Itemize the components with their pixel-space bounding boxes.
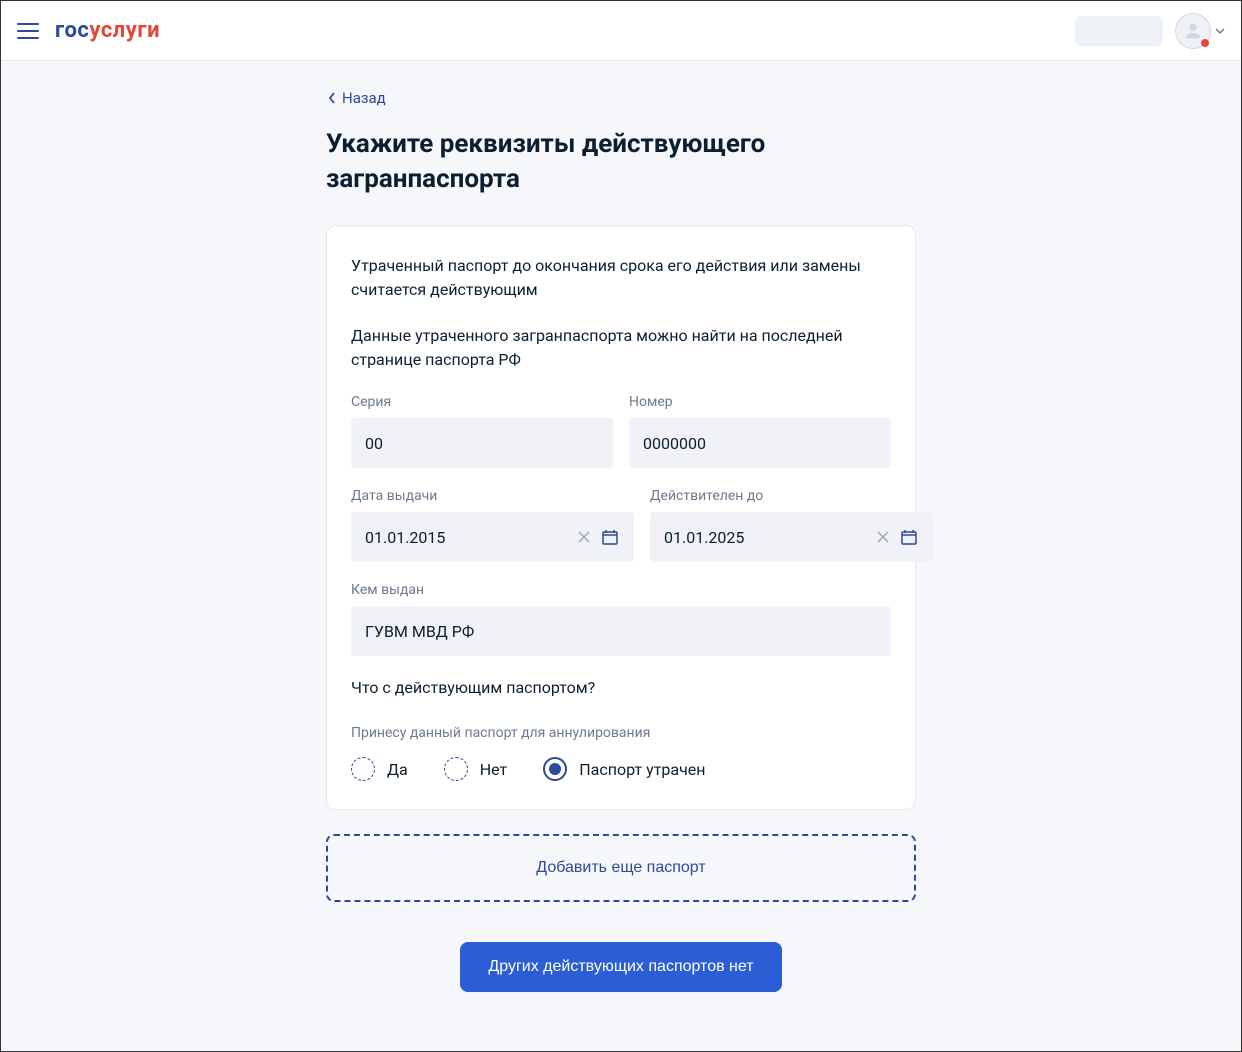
chevron-left-icon bbox=[328, 92, 336, 104]
radio-group-label: Принесу данный паспорт для аннулирования bbox=[351, 725, 891, 741]
radio-yes[interactable]: Да bbox=[351, 757, 408, 781]
valid-until-field[interactable] bbox=[664, 528, 867, 547]
radio-group: Да Нет Паспорт утрачен bbox=[351, 757, 891, 781]
passport-card: Утраченный паспорт до окончания срока ег… bbox=[326, 225, 916, 810]
issued-by-input[interactable] bbox=[351, 606, 891, 656]
radio-no-label: Нет bbox=[480, 760, 508, 779]
number-input[interactable] bbox=[629, 418, 891, 468]
logo-part1: гос bbox=[55, 18, 89, 43]
radio-yes-label: Да bbox=[387, 760, 408, 779]
radio-lost-label: Паспорт утрачен bbox=[579, 760, 705, 779]
radio-lost[interactable]: Паспорт утрачен bbox=[543, 757, 705, 781]
notification-dot-icon bbox=[1201, 39, 1209, 47]
clear-issue-date-icon[interactable] bbox=[574, 527, 594, 547]
logo[interactable]: госуслуги bbox=[55, 18, 160, 43]
menu-icon[interactable] bbox=[17, 23, 39, 39]
number-input-field[interactable] bbox=[643, 434, 877, 453]
add-passport-label: Добавить еще паспорт bbox=[536, 859, 705, 877]
user-icon bbox=[1182, 20, 1204, 42]
issue-date-label: Дата выдачи bbox=[351, 488, 634, 504]
header: госуслуги bbox=[1, 1, 1241, 61]
clear-valid-until-icon[interactable] bbox=[873, 527, 893, 547]
series-label: Серия bbox=[351, 394, 613, 410]
avatar bbox=[1175, 13, 1211, 49]
series-input-field[interactable] bbox=[365, 434, 599, 453]
series-input[interactable] bbox=[351, 418, 613, 468]
passport-status-question: Что с действующим паспортом? bbox=[351, 678, 891, 697]
calendar-icon[interactable] bbox=[600, 527, 620, 547]
header-action-placeholder bbox=[1075, 16, 1163, 46]
logo-part2: услуги bbox=[89, 18, 160, 43]
no-other-passports-button[interactable]: Других действующих паспортов нет bbox=[460, 942, 781, 992]
radio-circle-yes bbox=[351, 757, 375, 781]
back-link[interactable]: Назад bbox=[328, 89, 386, 107]
radio-no[interactable]: Нет bbox=[444, 757, 508, 781]
number-label: Номер bbox=[629, 394, 891, 410]
valid-until-label: Действителен до bbox=[650, 488, 933, 504]
chevron-down-icon bbox=[1215, 26, 1225, 36]
calendar-icon[interactable] bbox=[899, 527, 919, 547]
page-title: Укажите реквизиты действующего загранпас… bbox=[326, 127, 806, 197]
info-text-1: Утраченный паспорт до окончания срока ег… bbox=[351, 254, 891, 302]
valid-until-input[interactable] bbox=[650, 512, 933, 562]
issued-by-label: Кем выдан bbox=[351, 582, 891, 598]
user-menu[interactable] bbox=[1175, 13, 1225, 49]
add-passport-button[interactable]: Добавить еще паспорт bbox=[326, 834, 916, 902]
back-label: Назад bbox=[342, 89, 386, 107]
issue-date-input[interactable] bbox=[351, 512, 634, 562]
submit-label: Других действующих паспортов нет bbox=[488, 958, 753, 975]
issue-date-field[interactable] bbox=[365, 528, 568, 547]
info-text-2: Данные утраченного загранпаспорта можно … bbox=[351, 324, 891, 372]
issued-by-field[interactable] bbox=[365, 622, 877, 641]
radio-circle-lost bbox=[543, 757, 567, 781]
radio-circle-no bbox=[444, 757, 468, 781]
